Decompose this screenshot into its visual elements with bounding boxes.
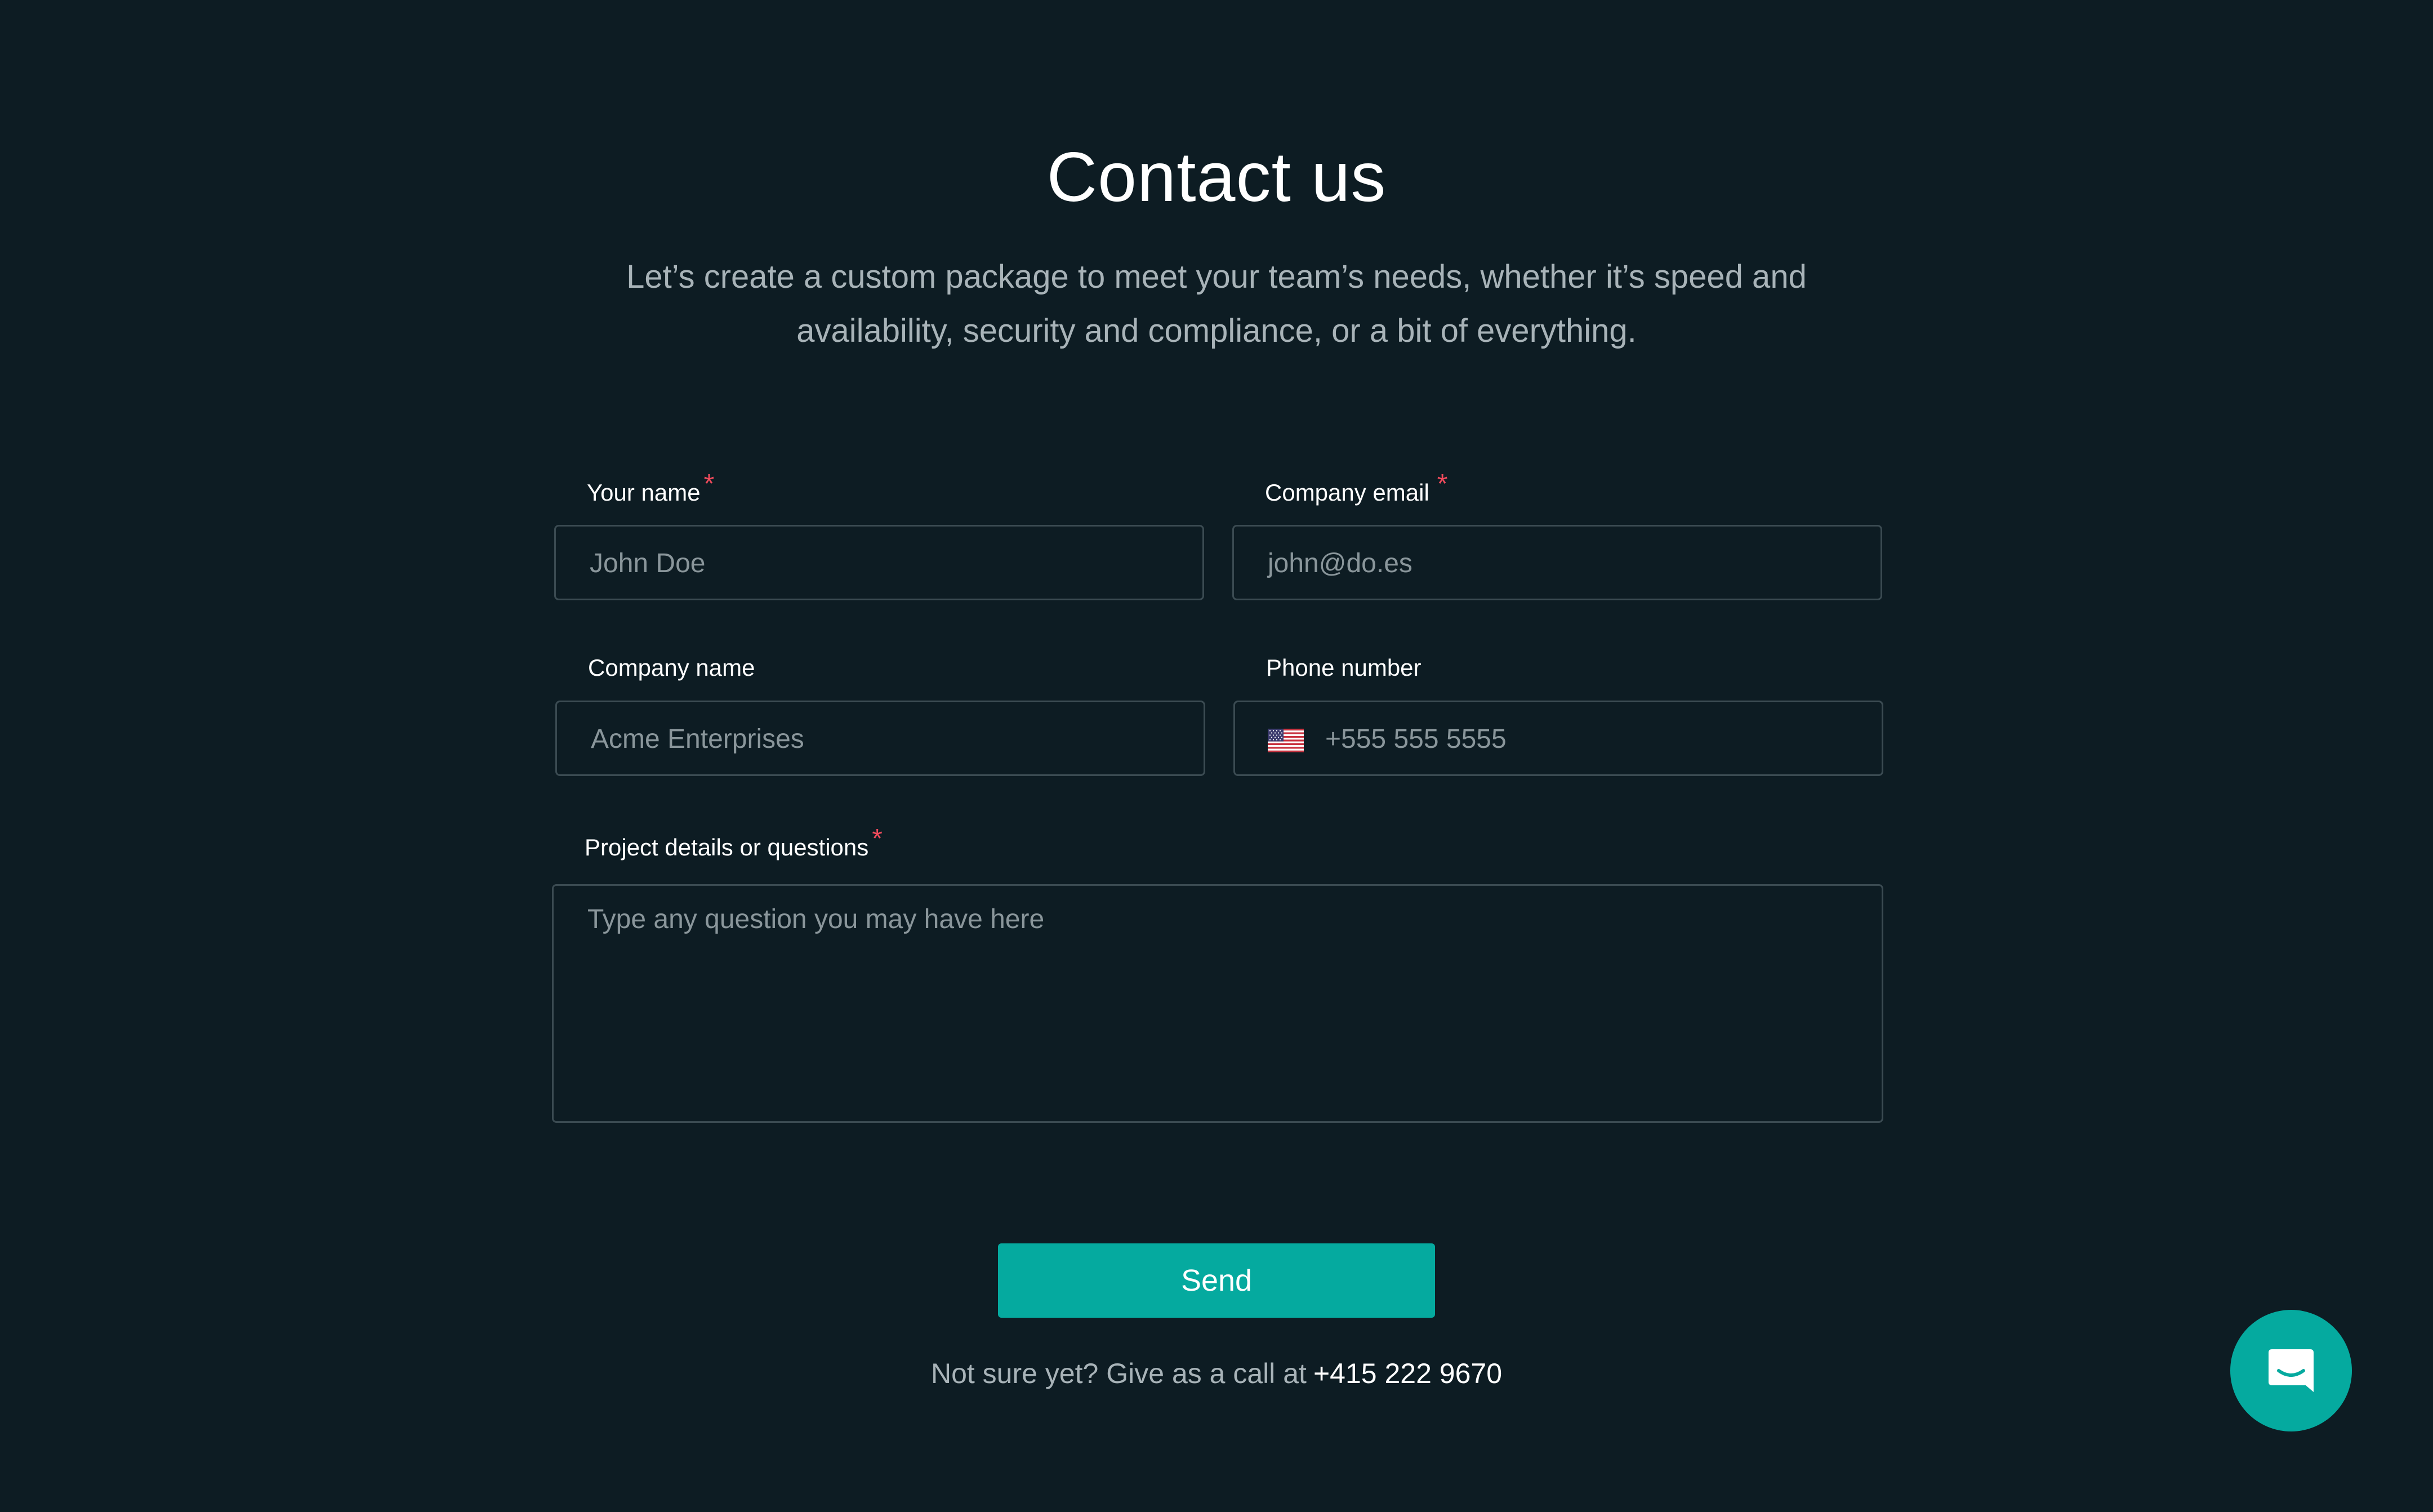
company-name-label-text: Company name	[588, 654, 755, 681]
phone-input[interactable]: +555 555 5555	[1233, 701, 1883, 776]
us-flag-icon[interactable]	[1268, 729, 1304, 752]
required-indicator: *	[1437, 469, 1448, 499]
chat-bubble-icon	[2269, 1349, 2314, 1392]
name-placeholder: John Doe	[590, 548, 706, 578]
required-indicator: *	[703, 469, 715, 499]
company-name-placeholder: Acme Enterprises	[591, 724, 804, 754]
project-details-label: Project details or questions *	[585, 824, 883, 864]
project-details-label-text: Project details or questions	[585, 834, 869, 860]
name-input[interactable]: John Doe	[554, 525, 1204, 600]
company-name-label: Company name	[588, 651, 755, 685]
name-label-text: Your name	[587, 479, 701, 506]
phone-placeholder: +555 555 5555	[1325, 724, 1507, 754]
page-subtitle: Let’s create a custom package to meet yo…	[626, 258, 1807, 349]
project-details-placeholder: Type any question you may have here	[587, 904, 1045, 934]
email-label-text: Company email	[1265, 479, 1429, 506]
callout-text: Not sure yet? Give as a call at	[930, 1358, 1307, 1389]
send-button[interactable]: Send	[998, 1243, 1435, 1318]
company-name-input[interactable]: Acme Enterprises	[555, 701, 1205, 776]
page-title: Contact us	[1046, 139, 1387, 216]
phone-number-link[interactable]: +415 222 9670	[1313, 1358, 1502, 1389]
email-label: Company email *	[1265, 469, 1447, 510]
call-callout: Not sure yet? Give as a call at +415 222 …	[0, 1354, 2433, 1393]
phone-label: Phone number	[1266, 651, 1422, 685]
email-placeholder: john@do.es	[1268, 548, 1412, 578]
name-label: Your name *	[587, 469, 714, 510]
required-indicator: *	[872, 824, 883, 854]
chat-widget-button[interactable]	[2230, 1310, 2352, 1431]
email-input[interactable]: john@do.es	[1232, 525, 1882, 600]
project-details-textarea[interactable]: Type any question you may have here	[552, 884, 1883, 1123]
phone-label-text: Phone number	[1266, 654, 1422, 681]
